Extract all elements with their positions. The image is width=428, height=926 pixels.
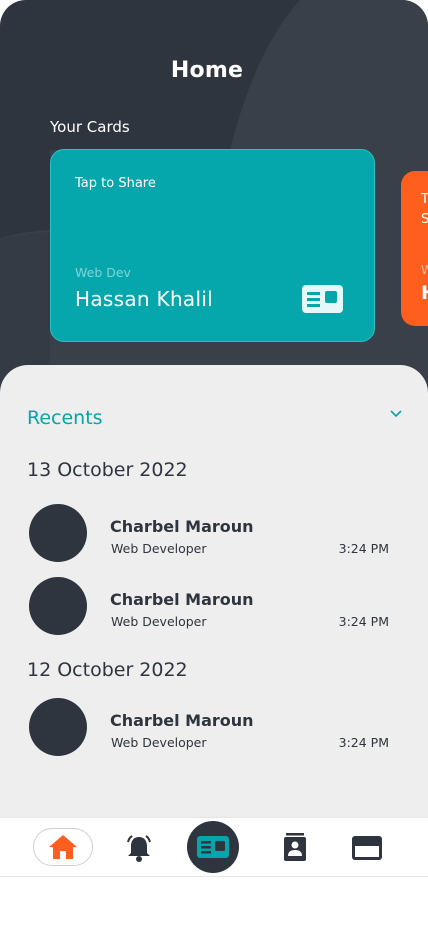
business-card-secondary[interactable]: T S W H <box>401 171 428 326</box>
date-header: 12 October 2022 <box>27 659 188 681</box>
bottom-nav <box>0 817 428 877</box>
contact-job: Web Developer <box>111 541 207 556</box>
page-title: Home <box>170 58 244 83</box>
list-item[interactable]: Charbel Maroun Web Developer 3:24 PM <box>29 577 399 637</box>
card2-tap-line1: T <box>421 192 428 207</box>
contact-time: 3:24 PM <box>338 735 389 750</box>
nav-home-button[interactable] <box>33 828 93 866</box>
avatar <box>29 698 87 756</box>
list-item[interactable]: Charbel Maroun Web Developer 3:24 PM <box>29 504 399 564</box>
id-card-icon <box>197 836 229 858</box>
tap-to-share-label: Tap to Share <box>75 176 156 191</box>
contact-name: Charbel Maroun <box>110 711 254 730</box>
id-card-icon <box>302 285 343 313</box>
nav-contacts-button[interactable] <box>277 830 313 866</box>
card-name: Hassan Khalil <box>75 287 214 311</box>
contact-name: Charbel Maroun <box>110 590 254 609</box>
chevron-down-icon[interactable] <box>390 410 402 418</box>
card2-role: W <box>421 263 428 277</box>
card2-name: H <box>421 282 428 304</box>
home-icon <box>49 835 77 859</box>
nav-cards-button[interactable] <box>187 821 239 873</box>
nav-notifications-button[interactable] <box>121 830 157 866</box>
card-role: Web Dev <box>75 265 131 280</box>
business-card-primary[interactable]: Tap to Share Web Dev Hassan Khalil <box>50 149 375 342</box>
home-screen: Home Your Cards Tap to Share Web Dev Has… <box>0 0 428 877</box>
bell-icon <box>127 835 151 862</box>
contact-job: Web Developer <box>111 614 207 629</box>
contact-name: Charbel Maroun <box>110 517 254 536</box>
header-background: Home Your Cards Tap to Share Web Dev Has… <box>0 0 428 420</box>
date-header: 13 October 2022 <box>27 459 188 481</box>
contact-time: 3:24 PM <box>338 541 389 556</box>
list-item[interactable]: Charbel Maroun Web Developer 3:24 PM <box>29 698 399 758</box>
contact-time: 3:24 PM <box>338 614 389 629</box>
credit-card-icon <box>352 836 382 860</box>
avatar <box>29 504 87 562</box>
avatar <box>29 577 87 635</box>
contacts-icon <box>284 833 306 861</box>
your-cards-label: Your Cards <box>50 118 130 136</box>
nav-payment-button[interactable] <box>349 830 385 866</box>
recents-sheet: Recents 13 October 2022 Charbel Maroun W… <box>0 365 428 825</box>
card2-tap-line2: S <box>421 212 428 227</box>
contact-job: Web Developer <box>111 735 207 750</box>
recents-title: Recents <box>27 407 103 429</box>
